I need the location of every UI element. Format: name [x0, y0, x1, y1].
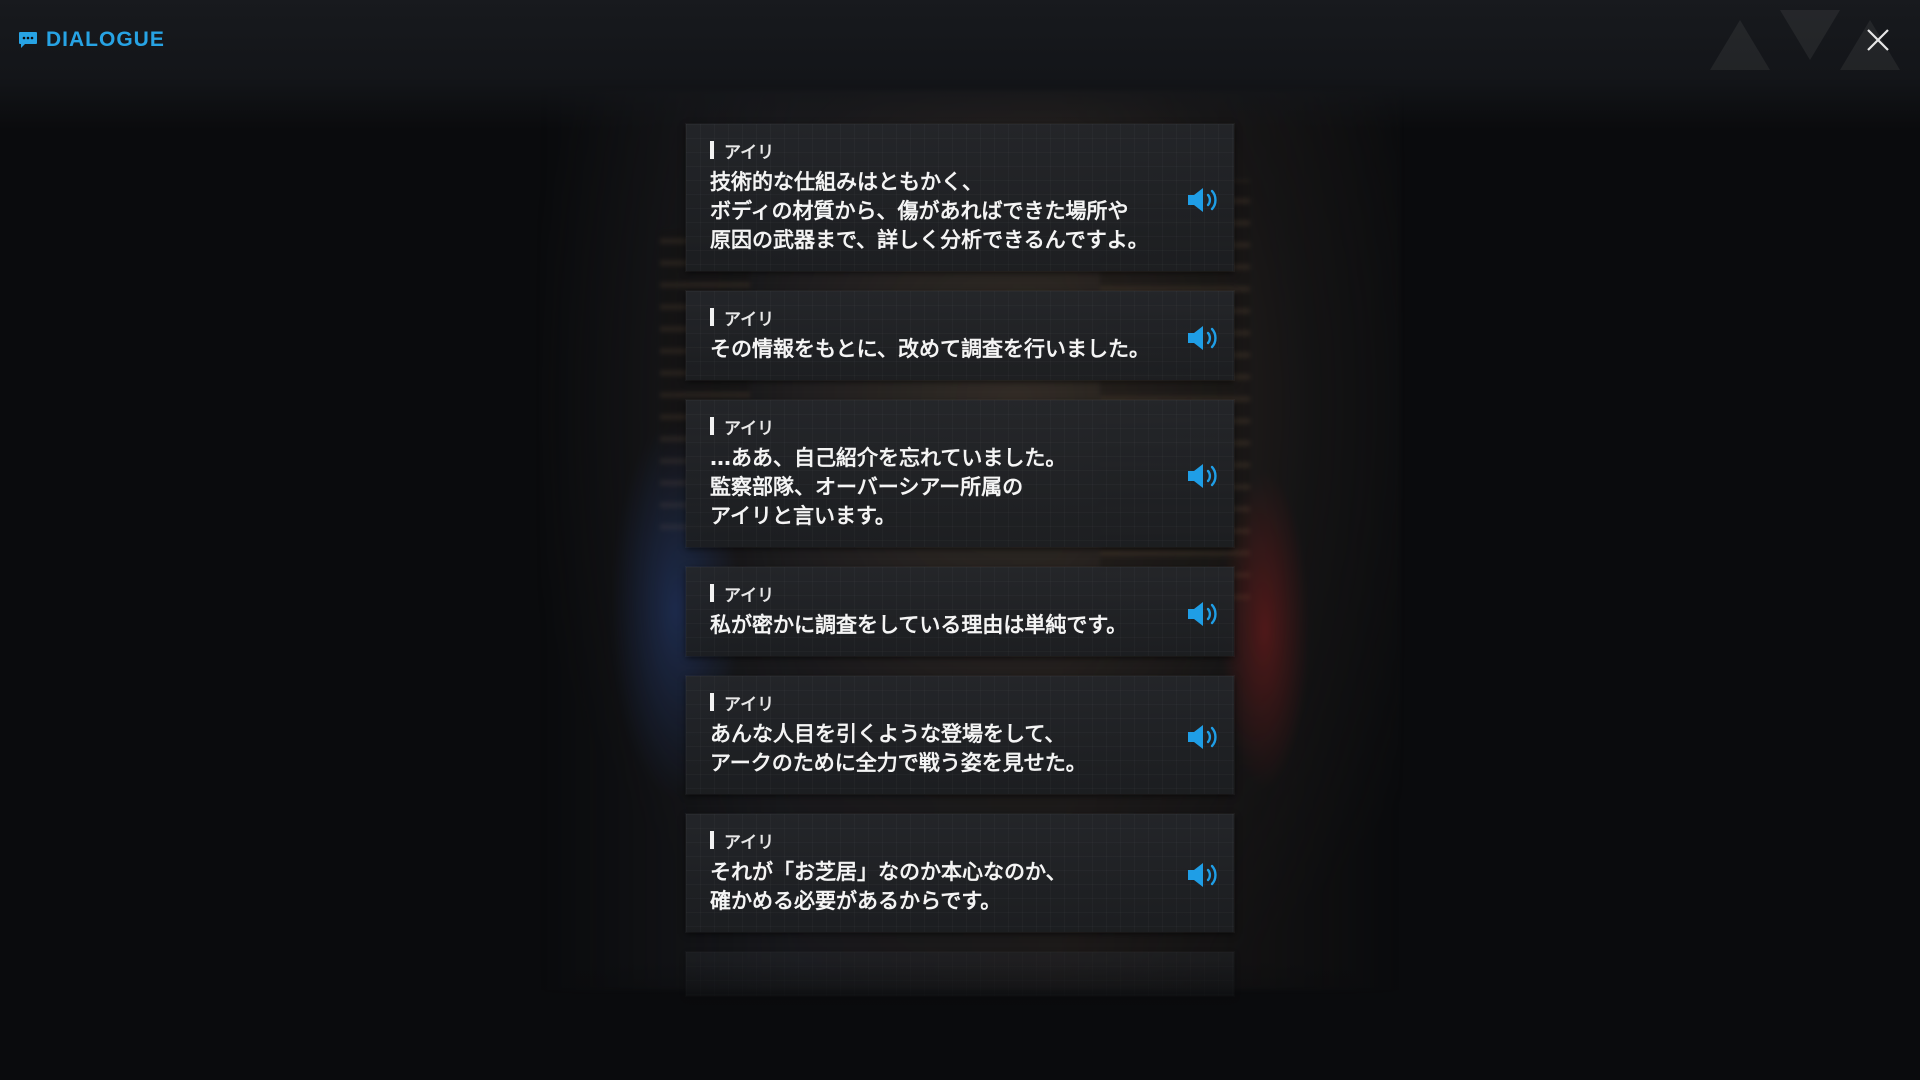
top-bar: DIALOGUE: [0, 0, 1920, 130]
speaker-volume-icon: [1188, 725, 1217, 749]
speaker-marker: [710, 308, 714, 326]
close-icon: [1867, 29, 1889, 51]
dialogue-card-partial: [686, 952, 1234, 996]
close-button[interactable]: [1862, 24, 1894, 56]
dialogue-text: …ああ、自己紹介を忘れていました。 監察部隊、オーバーシアー所属の アイリと言います…: [710, 444, 1144, 531]
speaker-name-text: アイリ: [724, 694, 775, 715]
speaker-name: アイリ: [710, 416, 1144, 439]
speaker-marker: [710, 584, 714, 602]
dialogue-line: その情報をもとに、改めて調査を行いました。: [710, 337, 1150, 361]
screen-title-text: DIALOGUE: [46, 28, 165, 51]
dialogue-line: 監察部隊、オーバーシアー所属の: [710, 475, 1024, 499]
dialogue-text: 私が密かに調査をしている理由は単純です。: [710, 611, 1144, 640]
dialogue-card: アイリあんな人目を引くような登場をして、 アークのために全力で戦う姿を見せた。: [686, 676, 1234, 794]
dialogue-text: 技術的な仕組みはともかく、ボディの材質から、傷があればできた場所や 原因の武器まで…: [710, 168, 1149, 255]
play-voice-button[interactable]: [1186, 599, 1222, 629]
speaker-marker: [710, 831, 714, 849]
dialogue-line: あんな人目を引くような登場をして、: [710, 722, 1066, 746]
play-voice-button[interactable]: [1186, 185, 1222, 215]
dialogue-list[interactable]: アイリ 技術的な仕組みはともかく、 ボディの材質から、傷があればできた場所や 原因の武…: [686, 124, 1234, 1016]
speaker-name-text: アイリ: [724, 142, 775, 163]
speaker-name: アイリ: [710, 583, 1144, 606]
screen-title: DIALOGUE: [18, 28, 165, 52]
dialogue-line: 私が密かに調査をしている理由は単純です。: [710, 613, 1128, 637]
dialogue-text: それが「お芝居」なのか本心なのか、 確かめる必要があるからです。: [710, 858, 1144, 916]
speaker-marker: [710, 693, 714, 711]
dialogue-line: それが「お芝居」なのか本心なのか、: [710, 860, 1067, 884]
dialogue-card: アイリ私が密かに調査をしている理由は単純です。: [686, 567, 1234, 656]
speaker-marker: [710, 141, 714, 159]
chat-bubble-icon: [19, 32, 37, 48]
dialogue-card: アイリ …ああ、自己紹介を忘れていました。 監察部隊、オーバーシアー所属の アイリと言…: [686, 400, 1234, 547]
dialogue-card: アイリそれが「お芝居」なのか本心なのか、 確かめる必要があるからです。: [686, 814, 1234, 932]
play-voice-button[interactable]: [1186, 323, 1222, 353]
dialogue-text: あんな人目を引くような登場をして、 アークのために全力で戦う姿を見せた。: [710, 720, 1144, 778]
speaker-volume-icon: [1188, 601, 1217, 626]
dialogue-line: 技術的な仕組みはともかく、: [710, 170, 983, 194]
dialogue-text: その情報をもとに、改めて調査を行いました。: [710, 335, 1150, 364]
dialogue-line: 原因の武器まで、詳しく分析できるんですよ。: [710, 228, 1149, 252]
speaker-name-text: アイリ: [724, 832, 775, 853]
speaker-volume-icon: [1188, 463, 1217, 488]
speaker-marker: [710, 417, 714, 435]
speaker-name-text: アイリ: [724, 309, 775, 330]
dialogue-card: アイリ技術的な仕組みはともかく、ボディの材質から、傷があればできた場所や 原因の武…: [686, 124, 1234, 271]
dialogue-card: アイリその情報をもとに、改めて調査を行いました。: [686, 291, 1234, 380]
dialogue-line: アイリと言います。: [710, 504, 896, 528]
play-voice-button[interactable]: [1186, 722, 1222, 752]
play-voice-button[interactable]: [1186, 860, 1222, 890]
speaker-name: アイリ: [710, 307, 1144, 330]
speaker-name: アイリ: [710, 140, 1144, 163]
dialogue-line: …ああ、自己紹介を忘れていました。: [710, 446, 1067, 470]
dialogue-line: 確かめる必要があるからです。: [710, 889, 1002, 913]
dialogue-line: ボディの材質から、傷があればできた場所や: [710, 199, 1129, 223]
play-voice-button[interactable]: [1186, 461, 1222, 491]
speaker-name: アイリ: [710, 830, 1144, 853]
dialogue-log-screen: DIALOGUE アイリ 技術的な仕組みはともかく、 ボディの材質から、傷があればで…: [0, 0, 1920, 1080]
speaker-name-text: アイリ: [724, 418, 775, 439]
speaker-volume-icon: [1188, 863, 1217, 887]
speaker-volume-icon: [1188, 325, 1217, 350]
speaker-volume-icon: [1188, 187, 1217, 212]
dialogue-line: アークのために全力で戦う姿を見せた。: [710, 751, 1087, 775]
speaker-name-text: アイリ: [724, 585, 775, 606]
speaker-name: アイリ: [710, 692, 1144, 715]
